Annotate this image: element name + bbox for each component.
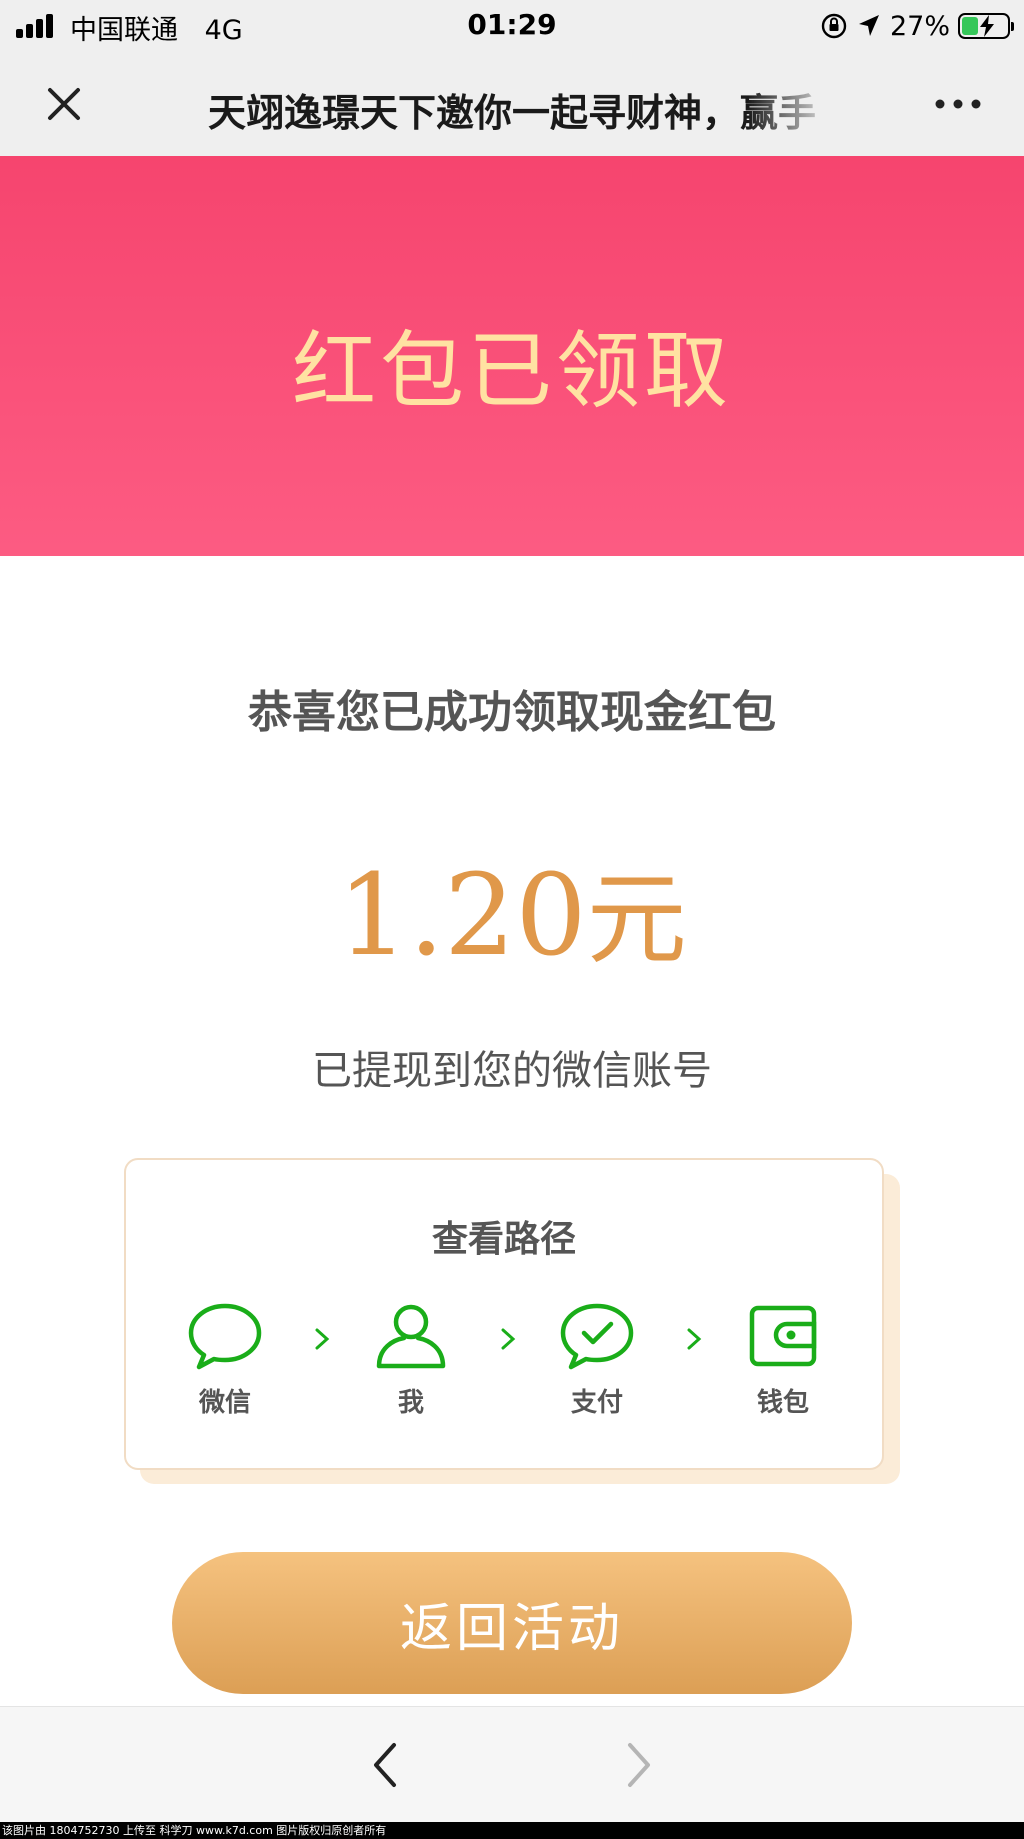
- path-step-wallet: 钱包: [728, 1300, 838, 1419]
- browser-toolbar: [0, 1706, 1024, 1822]
- withdrawn-text: 已提现到您的微信账号: [312, 1048, 712, 1094]
- charging-bolt-icon: [980, 15, 994, 37]
- path-step-label: 我: [397, 1388, 424, 1418]
- watermark-text: 该图片由 1804752730 上传至 科学刀 www.k7d.com 图片版权…: [0, 1822, 1024, 1839]
- chevron-right-icon: [501, 1328, 516, 1350]
- page-title: 天翊逸璟天下邀你一起寻财神，赢手: [208, 91, 817, 130]
- chat-bubble-icon: [188, 1303, 262, 1370]
- path-step-label: 支付: [570, 1388, 623, 1418]
- battery-icon: [958, 13, 1014, 39]
- hero-banner: 红包已领取: [0, 156, 1024, 556]
- path-card: 查看路径 微信 我 支付 钱包: [124, 1158, 884, 1470]
- congrats-text: 恭喜您已成功领取现金红包: [248, 687, 776, 738]
- nav-bar: 天翊逸璟天下邀你一起寻财神，赢手: [0, 52, 1024, 156]
- chevron-right-icon: [315, 1328, 330, 1350]
- person-icon: [376, 1304, 446, 1369]
- battery-fill: [962, 17, 978, 35]
- pay-check-icon: [560, 1303, 634, 1370]
- amount: 1.20元: [0, 838, 1024, 983]
- path-card-title: 查看路径: [431, 1219, 576, 1260]
- hero-title: 红包已领取: [291, 322, 732, 420]
- close-icon[interactable]: [36, 76, 92, 132]
- status-bar: 中国联通 4G 01:29 27%: [0, 0, 1024, 52]
- chevron-right-icon[interactable]: [616, 1737, 660, 1793]
- orientation-lock-icon: [821, 13, 847, 39]
- amount-value: 1.20: [337, 851, 587, 981]
- chevron-left-icon[interactable]: [364, 1737, 408, 1793]
- path-step-wechat: 微信: [170, 1300, 280, 1419]
- battery-percent: 27%: [889, 10, 950, 42]
- location-arrow-icon: [858, 15, 879, 36]
- path-step-label: 钱包: [756, 1388, 809, 1418]
- wallet-icon: [749, 1305, 817, 1367]
- path-step-pay: 支付: [542, 1300, 652, 1419]
- more-icon[interactable]: [928, 82, 988, 126]
- path-step-label: 微信: [198, 1388, 251, 1418]
- path-step-me: 我: [356, 1300, 466, 1419]
- status-right: 27%: [820, 8, 1014, 44]
- return-to-activity-button[interactable]: 返回活动: [172, 1552, 852, 1694]
- chevron-right-icon: [687, 1328, 702, 1350]
- amount-unit: 元: [586, 861, 687, 978]
